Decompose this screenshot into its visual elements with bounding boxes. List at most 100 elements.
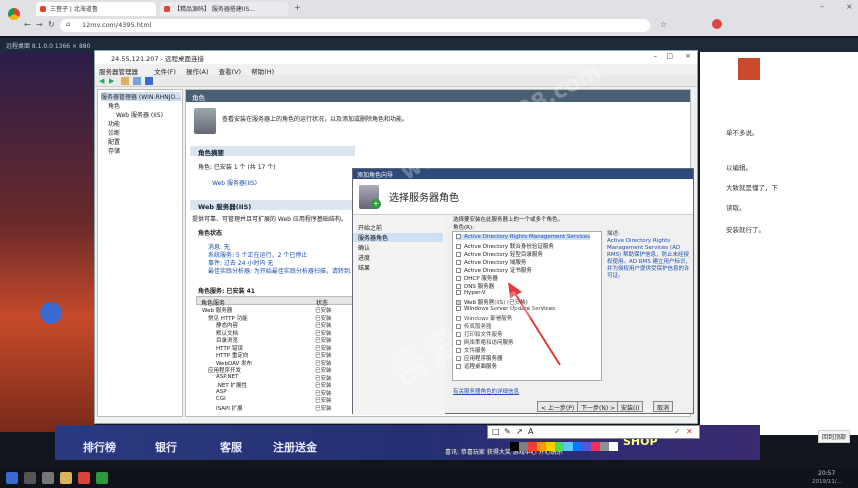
game-menu-bank[interactable]: 银行 [155, 439, 177, 455]
role-item[interactable]: Active Directory 轻型目录服务 [456, 250, 543, 258]
table-row[interactable]: 应用程序开发 已安装 [196, 366, 356, 374]
tree-item-server-manager[interactable]: 服务器管理器 (WIN-RHNJO... [101, 92, 181, 101]
checkbox[interactable] [456, 244, 461, 249]
color-swatch[interactable] [582, 442, 591, 451]
color-swatch[interactable] [528, 442, 537, 451]
tree-item-iis[interactable]: Web 服务器 (IIS) [116, 110, 163, 119]
checkbox[interactable] [456, 340, 461, 345]
browser-tab-2[interactable]: 【精品源码】 服务器搭建IIS... [160, 2, 288, 16]
table-row[interactable]: ASP.NET 已安装 [196, 374, 356, 382]
cancel-button[interactable]: 取消 [653, 401, 674, 412]
tree-item-config[interactable]: 配置 [108, 137, 120, 146]
minimize-icon[interactable]: – [820, 2, 824, 11]
table-row[interactable]: HTTP 重定向 已安装 [196, 351, 356, 359]
tree-item-roles[interactable]: 角色 [108, 101, 120, 110]
explorer-icon[interactable] [60, 472, 72, 484]
game-menu-service[interactable]: 客服 [220, 439, 242, 455]
checkbox[interactable] [456, 324, 461, 329]
table-row[interactable]: 常见 HTTP 功能 已安装 [196, 314, 356, 322]
table-row[interactable]: 默认文档 已安装 [196, 329, 356, 337]
table-row[interactable]: .NET 扩展性 已安装 [196, 381, 356, 389]
arrow-tool-icon[interactable]: ↗ [516, 427, 523, 436]
color-swatch[interactable] [537, 442, 546, 451]
checkbox[interactable] [456, 316, 461, 321]
tree-item-storage[interactable]: 存储 [108, 146, 120, 155]
checkbox[interactable] [456, 284, 461, 289]
color-swatch[interactable] [573, 442, 582, 451]
role-item[interactable]: DNS 服务器 [456, 282, 494, 290]
role-item[interactable]: Active Directory Rights Management Servi… [456, 234, 591, 240]
pen-tool-icon[interactable]: ✎ [504, 427, 511, 436]
best-practices-link[interactable]: 最佳实践分析器: 为开始最佳实践分析器扫描，请转到... [208, 266, 356, 275]
table-row[interactable]: WebDAV 发布 已安装 [196, 359, 356, 367]
table-row[interactable]: CGI 已安装 [196, 396, 356, 404]
role-item[interactable]: Active Directory 证书服务 [456, 266, 532, 274]
new-tab-button[interactable]: + [294, 3, 301, 12]
table-row[interactable]: 静态内容 已安装 [196, 321, 356, 329]
checkbox[interactable] [456, 252, 461, 257]
checkbox[interactable] [456, 364, 461, 369]
color-swatch[interactable] [591, 442, 600, 451]
color-swatch[interactable] [519, 442, 528, 451]
checkbox[interactable] [456, 306, 461, 311]
close-icon[interactable]: × [846, 2, 853, 11]
color-swatch[interactable] [600, 442, 609, 451]
color-swatch[interactable] [555, 442, 564, 451]
checkbox[interactable] [456, 234, 461, 239]
table-row[interactable]: ASP 已安装 [196, 389, 356, 397]
step-before-you-begin[interactable]: 开始之前 [358, 223, 382, 232]
profile-avatar[interactable] [712, 19, 722, 29]
task-view-icon[interactable] [42, 472, 54, 484]
table-row[interactable]: HTTP 错误 已安装 [196, 344, 356, 352]
color-swatch[interactable] [564, 442, 573, 451]
app-icon[interactable] [96, 472, 108, 484]
tree-item-features[interactable]: 功能 [108, 119, 120, 128]
step-progress[interactable]: 进度 [358, 253, 370, 262]
address-bar[interactable]: 12mv.com/4395.html [60, 19, 650, 32]
checkbox[interactable] [456, 260, 461, 265]
color-swatch[interactable] [546, 442, 555, 451]
back-to-top-button[interactable]: 回到顶部 [818, 430, 851, 443]
table-row[interactable]: 目录浏览 已安装 [196, 336, 356, 344]
search-icon[interactable] [24, 472, 36, 484]
game-menu-ranking[interactable]: 排行榜 [83, 439, 116, 455]
role-item[interactable]: 远程桌面服务 [456, 362, 497, 370]
step-results[interactable]: 结果 [358, 263, 370, 272]
checkbox[interactable] [456, 276, 461, 281]
checkbox[interactable] [456, 332, 461, 337]
install-button[interactable]: 安装(I) [617, 401, 644, 412]
role-item[interactable]: 应用程序服务器 [456, 354, 503, 362]
previous-button[interactable]: < 上一步(P) [537, 401, 579, 412]
reload-icon[interactable]: ↻ [48, 20, 55, 29]
tree-item-diagnostics[interactable]: 诊断 [108, 128, 120, 137]
confirm-icon[interactable]: ✓ [674, 427, 681, 436]
more-info-link[interactable]: 有关服务器角色的详细信息 [453, 387, 519, 395]
close-icon[interactable]: × [685, 52, 691, 60]
color-swatch[interactable] [609, 442, 618, 451]
role-item[interactable]: Active Directory 联合身份验证服务 [456, 242, 554, 250]
next-button[interactable]: 下一步(N) > [577, 401, 620, 412]
forward-icon[interactable]: ▶ [109, 77, 114, 85]
table-row[interactable]: Web 服务器 已安装 [196, 306, 356, 314]
roles-summary-bar[interactable]: 角色摘要 [190, 146, 355, 157]
cancel-icon[interactable]: ✕ [686, 427, 693, 436]
rectangle-tool-icon[interactable]: □ [492, 427, 500, 436]
properties-icon[interactable] [133, 77, 141, 85]
back-icon[interactable]: ← [24, 20, 31, 29]
browser-tab-1[interactable]: 三菩子 | 北海道鲁 [36, 2, 156, 16]
help-icon[interactable] [145, 77, 153, 85]
maximize-icon[interactable]: □ [666, 52, 673, 60]
role-item[interactable]: 文件服务 [456, 346, 486, 354]
role-item[interactable]: DHCP 服务器 [456, 274, 498, 282]
role-item[interactable]: Hyper-V [456, 290, 486, 296]
minimize-icon[interactable]: – [654, 52, 658, 60]
role-item[interactable]: Active Directory 域服务 [456, 258, 526, 266]
checkbox[interactable] [456, 356, 461, 361]
role-web-link[interactable]: Web 服务器(IIS) [212, 178, 257, 187]
checkbox[interactable] [456, 348, 461, 353]
web-section-bar[interactable]: Web 服务器(IIS) [190, 200, 355, 211]
step-confirmation[interactable]: 确认 [358, 243, 370, 252]
back-icon[interactable]: ◀ [99, 77, 104, 85]
checkbox[interactable] [456, 290, 461, 295]
role-item[interactable]: 传真服务器 [456, 322, 492, 330]
